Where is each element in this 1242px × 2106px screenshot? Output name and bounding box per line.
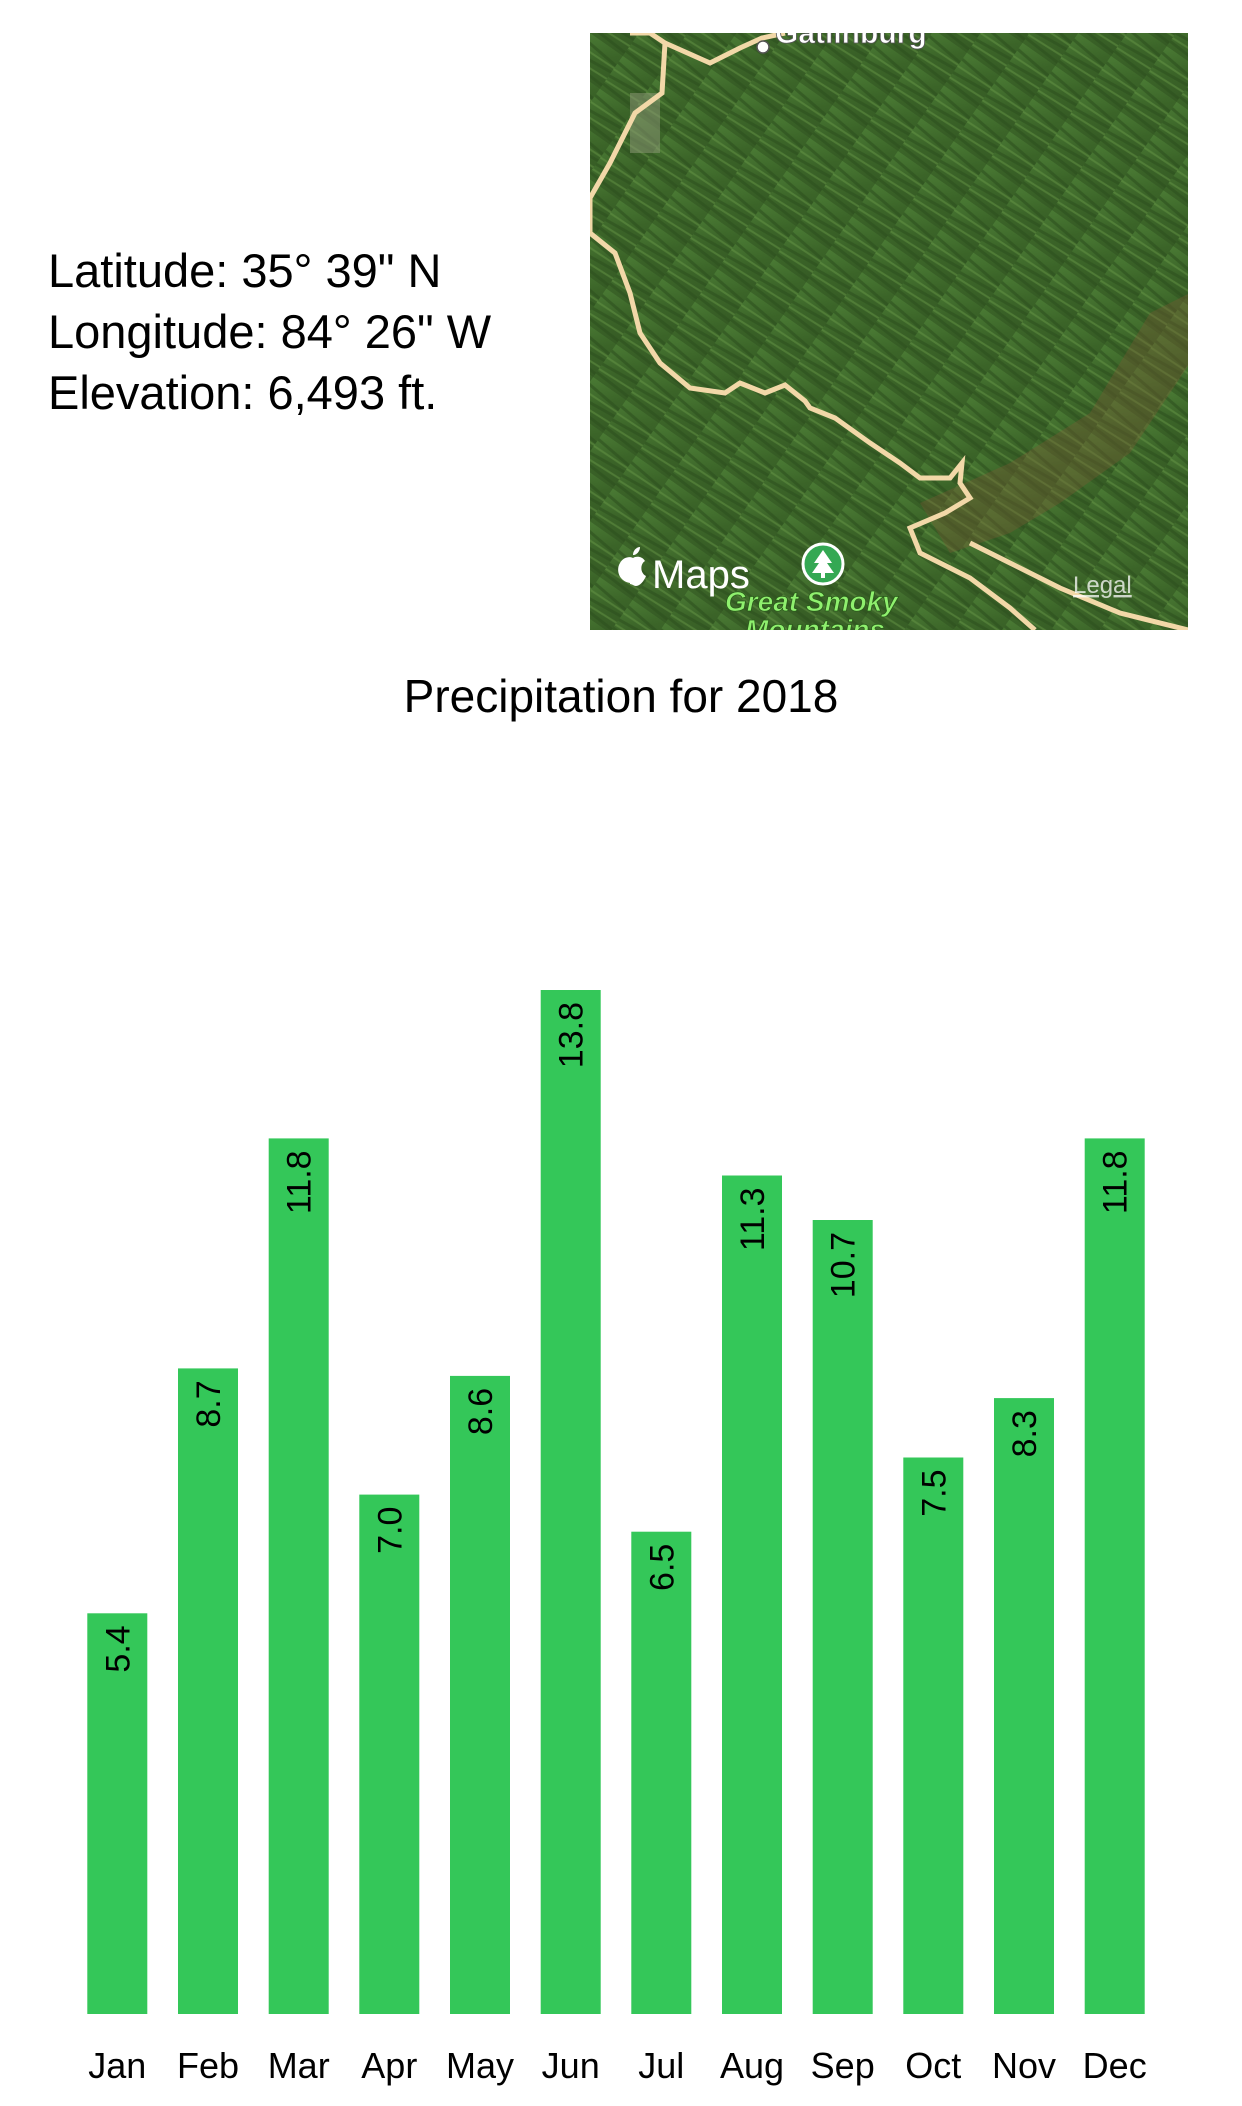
month-label-nov: Nov <box>992 2045 1056 2086</box>
bar-value-label-feb: 8.7 <box>190 1380 228 1427</box>
month-label-sep: Sep <box>811 2045 875 2086</box>
bar-value-label-oct: 7.5 <box>915 1470 953 1517</box>
bar-value-label-jul: 6.5 <box>643 1544 681 1591</box>
bar-value-label-jun: 13.8 <box>553 1002 591 1068</box>
longitude-label: Longitude: 84° 26" W <box>48 305 492 358</box>
bar-sep <box>812 1220 873 2014</box>
map-park-label-2: Mountains <box>745 614 885 630</box>
map-satellite-image: Gatlinburg Great Smoky Mountains Maps Le… <box>590 33 1188 630</box>
bar-value-label-mar: 11.8 <box>281 1150 319 1214</box>
month-label-aug: Aug <box>720 2045 784 2086</box>
map-view[interactable]: Gatlinburg Great Smoky Mountains Maps Le… <box>590 33 1188 630</box>
elevation-label: Elevation: 6,493 ft. <box>48 366 438 419</box>
bar-nov <box>994 1398 1054 2014</box>
month-label-dec: Dec <box>1083 2045 1147 2086</box>
bar-oct <box>903 1457 964 2014</box>
month-label-mar: Mar <box>268 2045 330 2086</box>
tree-icon <box>801 542 845 586</box>
bar-feb <box>178 1368 238 2014</box>
bar-aug <box>722 1175 782 2014</box>
month-label-feb: Feb <box>177 2045 239 2086</box>
bar-value-label-sep: 10.7 <box>825 1232 863 1298</box>
location-info: Latitude: 35° 39" N Longitude: 84° 26" W… <box>48 240 491 423</box>
month-label-jan: Jan <box>88 2045 146 2086</box>
month-label-oct: Oct <box>905 2045 961 2086</box>
bar-mar <box>268 1138 329 2014</box>
map-park-label: Great Smoky <box>725 586 899 617</box>
month-label-apr: Apr <box>361 2045 417 2086</box>
month-label-may: May <box>446 2045 514 2086</box>
bar-apr <box>359 1494 420 2014</box>
maps-brand-label: Maps <box>652 553 750 597</box>
month-label-jul: Jul <box>638 2045 684 2086</box>
legal-link[interactable]: Legal <box>1073 572 1132 599</box>
chart-title: Precipitation for 2018 <box>403 670 839 722</box>
bar-jul <box>631 1531 692 2014</box>
bar-may <box>450 1375 510 2014</box>
bar-value-label-dec: 11.8 <box>1097 1150 1135 1214</box>
latitude-label: Latitude: 35° 39" N <box>48 244 442 297</box>
bar-value-label-aug: 11.3 <box>734 1188 772 1252</box>
map-city-label: Gatlinburg <box>775 33 927 50</box>
bar-value-label-may: 8.6 <box>462 1388 500 1435</box>
bar-value-label-apr: 7.0 <box>371 1507 409 1554</box>
city-dot-icon <box>756 40 770 54</box>
bar-value-label-nov: 8.3 <box>1006 1410 1044 1457</box>
precipitation-bar-chart: 5.4 Jan 8.7 Feb 11.8 Mar 7.0 Apr 8.6 May 13.8 Jun 6.… <box>87 990 1147 2086</box>
bar-jun <box>540 990 601 2014</box>
month-label-jun: Jun <box>542 2045 600 2086</box>
bar-value-label-jan: 5.4 <box>99 1625 137 1672</box>
bar-dec <box>1084 1138 1145 2014</box>
